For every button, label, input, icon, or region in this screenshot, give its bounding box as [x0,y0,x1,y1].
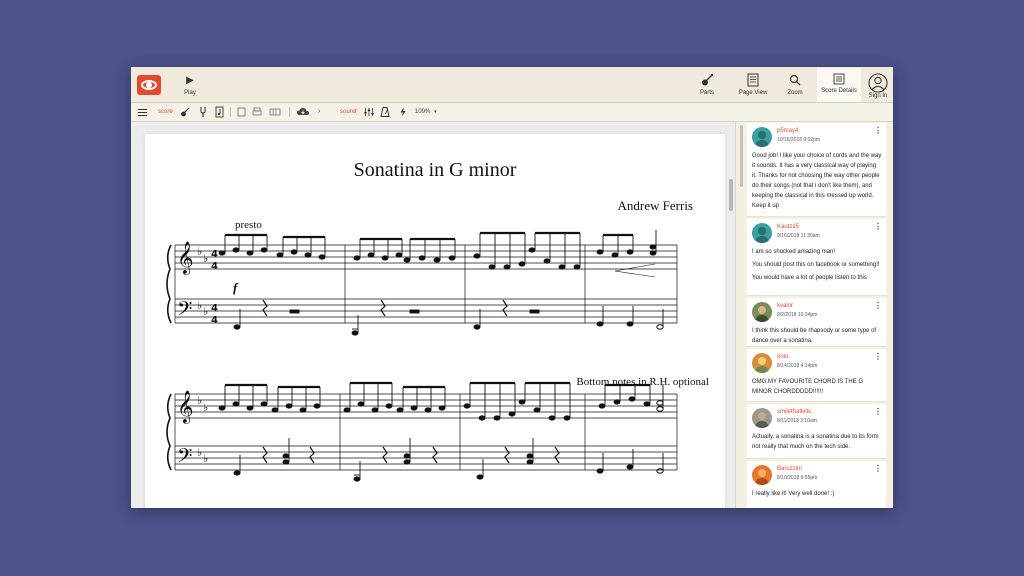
list-icon [833,73,845,85]
play-button[interactable]: ▶ Play [175,75,205,96]
music-staves: 𝄞 𝄢 ♭ ♭ ♭ ♭ 4 4 4 4 𝄞 𝄢 ♭ ♭ ♭ ♭ f [166,230,678,482]
lightning-icon[interactable] [399,106,407,118]
dynamic-marking: f [233,280,239,295]
page-view-button[interactable]: Page View [736,71,770,101]
comment-item: kvalor 9/2/2018 10:34pm ⋮ I think this s… [747,298,886,347]
toolbar-divider [289,107,290,117]
comments-sidebar[interactable]: p5may4 10/16/2018 9:02pm ⋮ Good job! I l… [735,122,893,508]
comment-date: 9/16/2018 11:30am [777,233,820,239]
comment-text: OMG.MY FAVOURITE CHORD IS THE G MINOR CH… [752,379,864,395]
toolbar-divider [230,107,231,117]
more-options-icon[interactable]: ⋮ [874,302,882,310]
piano-icon[interactable] [269,106,281,118]
print-icon[interactable] [252,106,262,118]
mixer-icon[interactable] [363,106,375,118]
more-options-icon[interactable]: ⋮ [874,465,882,473]
tuning-fork-icon[interactable] [199,106,207,118]
parts-button[interactable]: Parts [693,71,721,101]
svg-text:♭: ♭ [197,394,202,407]
comment-date: 9/2/2018 10:34pm [777,312,818,318]
top-toolbar: ▶ Play Parts Page View Zoom Score Detail… [131,67,893,103]
comment-text: Actually, a sonatina is a sonatina due t… [752,434,879,450]
comment-date: 8/10/2018 6:55pm [777,475,818,481]
avatar[interactable] [752,127,772,147]
comment-text: Good job! I like your choice of cords an… [752,153,882,209]
chevron-right-icon[interactable]: › [318,106,320,118]
avatar[interactable] [752,408,772,428]
avatar[interactable] [752,302,772,322]
menu-icon[interactable] [137,106,148,118]
zoom-dropdown-icon[interactable]: ▾ [434,106,437,118]
comment-username[interactable]: kvalor [777,303,793,309]
svg-text:♭: ♭ [197,299,202,312]
metronome-icon[interactable] [380,106,390,118]
comment-item: p5may4 10/16/2018 9:02pm ⋮ Good job! I l… [747,123,886,217]
page-icon [747,73,759,87]
svg-text:4: 4 [211,315,218,326]
score-details-button[interactable]: Score Details [817,68,861,102]
score-mode-label: score [158,109,173,115]
more-options-icon[interactable]: ⋮ [874,223,882,231]
sound-mode-label: sound [340,109,357,115]
user-circle-icon [868,73,888,93]
magnifier-icon [789,74,801,86]
avatar[interactable] [752,223,772,243]
score-scrollbar[interactable] [729,179,733,211]
svg-text:𝄞: 𝄞 [177,241,194,275]
sign-in-button[interactable]: Sign In [865,71,891,101]
avatar[interactable] [752,465,772,485]
svg-text:4: 4 [211,303,218,314]
comment-username[interactable]: Baruzzini [777,466,802,472]
cloud-download-icon[interactable] [296,106,310,118]
zoom-level-value[interactable]: 100% [415,106,430,118]
page-layout-icon[interactable] [237,106,246,118]
avatar[interactable] [752,353,772,373]
secondary-toolbar: score › sound 100% ▾ [131,103,893,122]
comment-username[interactable]: onio [777,354,788,360]
svg-text:𝄢: 𝄢 [177,444,192,472]
zoom-button[interactable]: Zoom [783,71,807,101]
comment-username[interactable]: Kautz15 [777,224,799,230]
comment-username[interactable]: smilethatkills [777,409,811,415]
svg-text:♭: ♭ [197,446,202,459]
svg-text:𝄢: 𝄢 [177,297,192,325]
more-options-icon[interactable]: ⋮ [874,127,882,135]
comment-item: Kautz15 9/16/2018 11:30am ⋮ I am so shoc… [747,219,886,296]
play-icon: ▶ [186,75,194,86]
svg-text:4: 4 [211,261,218,272]
svg-text:♭: ♭ [203,305,208,318]
svg-text:♭: ♭ [203,252,208,265]
more-options-icon[interactable]: ⋮ [874,353,882,361]
more-options-icon[interactable]: ⋮ [874,408,882,416]
instrument-icon[interactable] [180,106,190,118]
comment-text: I really like it! Very well done! :) [752,491,835,497]
comment-text: I am so shocked amazing man! You should … [752,249,880,281]
app-logo-icon[interactable] [137,75,161,95]
comment-item: Baruzzini 8/10/2018 6:55pm ⋮ I really li… [747,461,886,508]
sheet-music-icon[interactable] [215,106,224,118]
app-window: ▶ Play Parts Page View Zoom Score Detail… [131,67,893,508]
comment-date: 10/16/2018 9:02pm [777,137,821,143]
svg-text:4: 4 [211,249,218,260]
comments-scrollbar[interactable] [740,125,743,187]
svg-text:♭: ♭ [203,452,208,465]
score-viewport[interactable]: Sonatina in G minor Andrew Ferris presto… [131,122,735,508]
svg-text:♭: ♭ [203,401,208,414]
comment-date: 8/11/2018 3:10am [777,418,817,424]
comment-item: onio 8/14/2018 4:14pm ⋮ OMG.MY FAVOURITE… [747,349,886,402]
guitar-icon [702,74,713,86]
comment-text: I think this should be rhapsody or some … [752,328,877,344]
comment-username[interactable]: p5may4 [777,128,798,134]
svg-text:𝄞: 𝄞 [177,390,194,424]
svg-text:♭: ♭ [197,245,202,258]
comment-item: smilethatkills 8/11/2018 3:10am ⋮ Actual… [747,404,886,459]
comment-date: 8/14/2018 4:14pm [777,363,818,369]
score-page: Sonatina in G minor Andrew Ferris presto… [145,134,725,508]
